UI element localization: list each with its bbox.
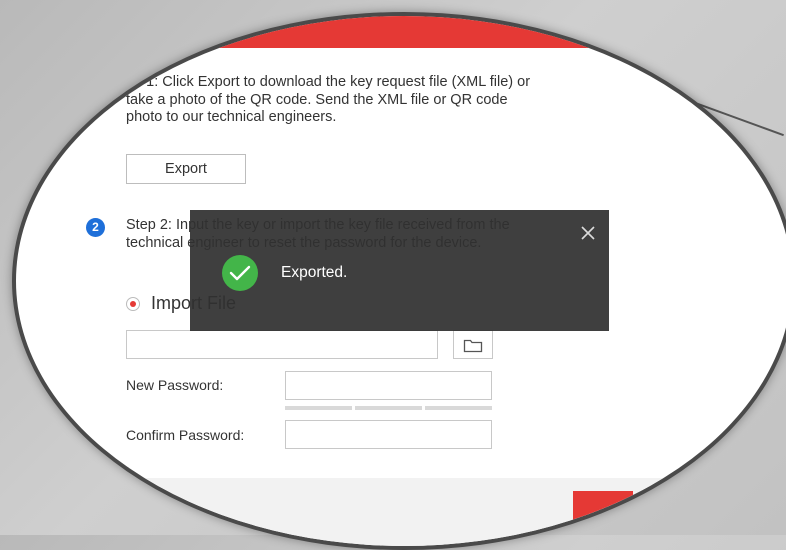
step2-badge: 2 — [86, 218, 105, 237]
confirm-password-field[interactable] — [285, 420, 492, 449]
check-icon — [222, 255, 258, 291]
strength-segment — [285, 406, 352, 410]
confirm-password-label: Confirm Password: — [126, 427, 245, 443]
key-file-input[interactable] — [126, 330, 438, 359]
magnified-dialog: ep 1: Click Export to download the key r… — [12, 12, 786, 550]
browse-folder-button[interactable] — [453, 330, 493, 359]
close-icon[interactable] — [575, 220, 601, 246]
new-password-field[interactable] — [285, 371, 492, 400]
export-toast: Exported. — [190, 210, 609, 331]
dialog-footer — [16, 478, 786, 546]
footer-action-button[interactable] — [573, 491, 633, 531]
password-strength-meter — [285, 406, 492, 410]
dialog-title-bar — [16, 16, 786, 48]
export-button[interactable]: Export — [126, 154, 246, 184]
new-password-label: New Password: — [126, 377, 224, 393]
folder-icon — [463, 339, 483, 352]
toast-message: Exported. — [281, 264, 348, 281]
strength-segment — [355, 406, 422, 410]
import-file-radio[interactable] — [126, 297, 140, 311]
step1-instructions: ep 1: Click Export to download the key r… — [126, 74, 531, 125]
strength-segment — [425, 406, 492, 410]
